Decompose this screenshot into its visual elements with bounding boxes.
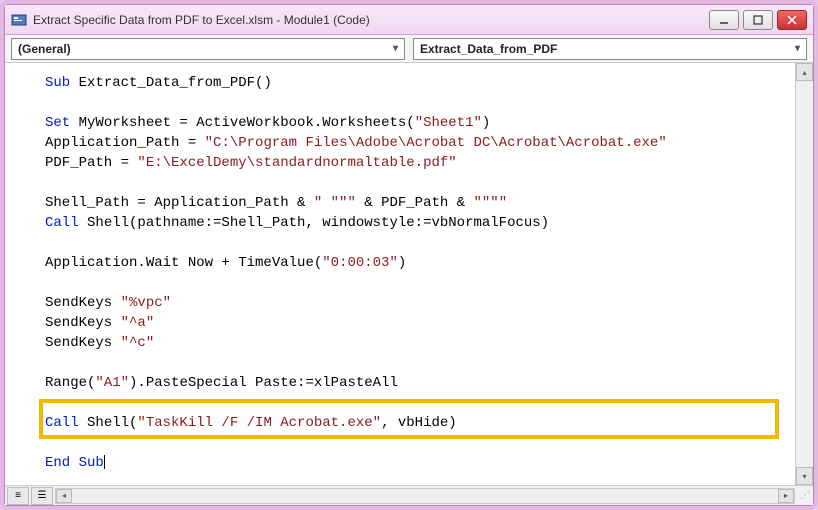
chevron-down-icon: ▾ (393, 43, 398, 54)
chevron-down-icon: ▾ (795, 43, 800, 54)
object-dropdown[interactable]: (General) ▾ (11, 38, 405, 60)
text-cursor (104, 455, 105, 469)
scroll-down-button[interactable]: ▾ (796, 467, 813, 485)
scroll-left-button[interactable]: ◂ (56, 489, 72, 503)
procedure-dropdown[interactable]: Extract_Data_from_PDF ▾ (413, 38, 807, 60)
procedure-dropdown-value: Extract_Data_from_PDF (420, 42, 557, 56)
window-controls (709, 10, 807, 30)
app-icon (11, 12, 27, 28)
code-content[interactable]: Sub Extract_Data_from_PDF() Set MyWorksh… (5, 63, 813, 483)
dropdown-bar: (General) ▾ Extract_Data_from_PDF ▾ (5, 35, 813, 63)
view-procedure-button[interactable]: ≡ (7, 487, 29, 505)
titlebar[interactable]: Extract Specific Data from PDF to Excel.… (5, 5, 813, 35)
view-full-module-button[interactable]: ☰ (31, 487, 53, 505)
window-title: Extract Specific Data from PDF to Excel.… (33, 13, 709, 27)
scroll-right-button[interactable]: ▸ (778, 489, 794, 503)
object-dropdown-value: (General) (18, 42, 71, 56)
horizontal-scrollbar[interactable]: ◂ ▸ (55, 488, 795, 504)
maximize-button[interactable] (743, 10, 773, 30)
vertical-scrollbar[interactable]: ▴ ▾ (795, 63, 813, 485)
resize-grip-icon[interactable]: ⋰ (797, 488, 813, 504)
minimize-button[interactable] (709, 10, 739, 30)
code-area[interactable]: Sub Extract_Data_from_PDF() Set MyWorksh… (5, 63, 813, 485)
scroll-up-button[interactable]: ▴ (796, 63, 813, 81)
vba-code-window: Extract Specific Data from PDF to Excel.… (4, 4, 814, 506)
bottom-bar: ≡ ☰ ◂ ▸ ⋰ (5, 485, 813, 505)
close-button[interactable] (777, 10, 807, 30)
